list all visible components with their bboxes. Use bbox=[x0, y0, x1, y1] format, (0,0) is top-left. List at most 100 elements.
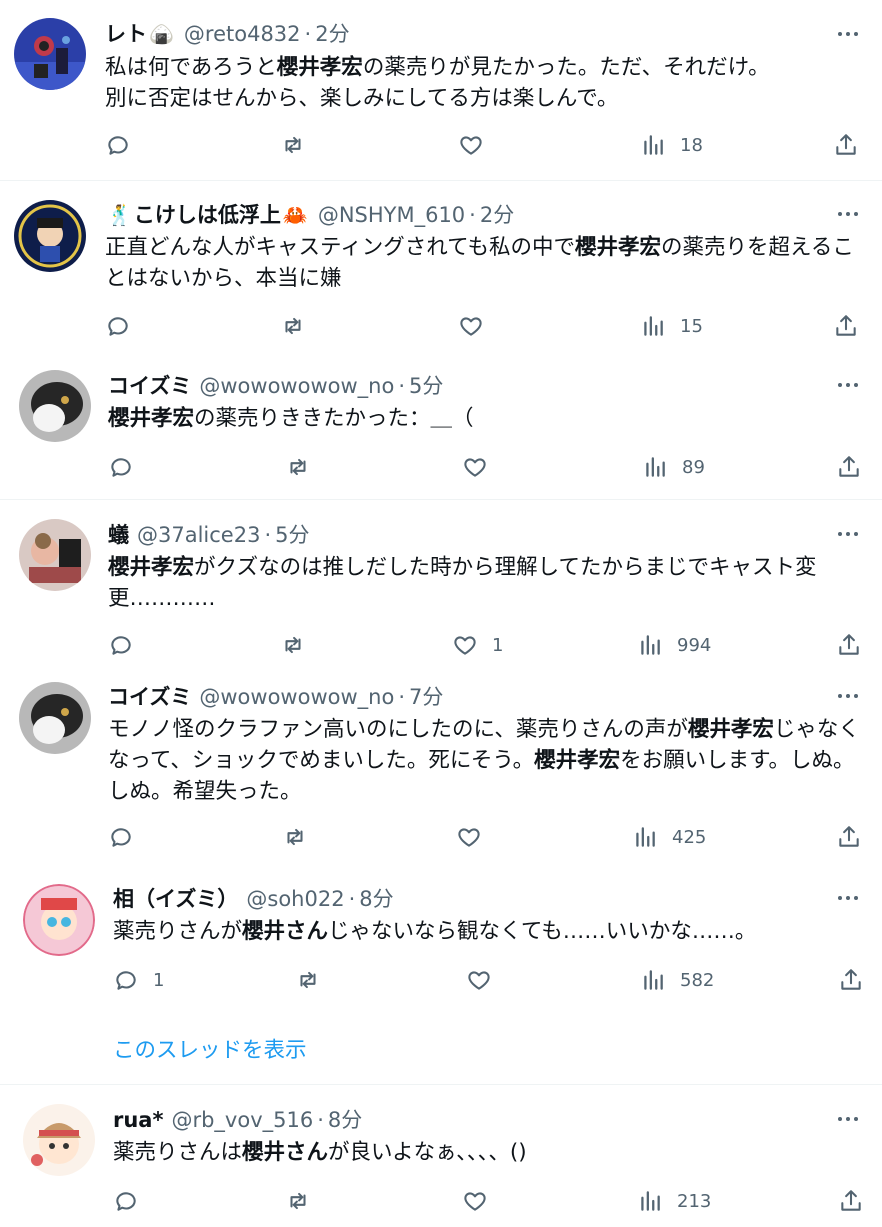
reply-button[interactable] bbox=[105, 311, 145, 341]
share-button[interactable] bbox=[836, 822, 862, 852]
retweet-button[interactable] bbox=[285, 452, 325, 482]
share-button[interactable] bbox=[838, 965, 864, 995]
like-button[interactable] bbox=[458, 311, 498, 341]
views-button[interactable]: 994 bbox=[637, 630, 711, 660]
heart-icon bbox=[462, 1188, 488, 1214]
text-run: がクズなのは推しだした時から理解してたからまじでキャスト変更………… bbox=[108, 555, 817, 611]
reply-button[interactable] bbox=[108, 822, 148, 852]
views-button[interactable]: 213 bbox=[637, 1186, 711, 1216]
avatar[interactable] bbox=[23, 1104, 95, 1176]
avatar[interactable] bbox=[14, 18, 86, 90]
heart-icon bbox=[466, 967, 492, 993]
reply-button[interactable] bbox=[105, 130, 145, 160]
heart-icon bbox=[456, 824, 482, 850]
more-icon[interactable] bbox=[834, 22, 862, 46]
retweet-button[interactable] bbox=[280, 311, 320, 341]
retweet-icon bbox=[295, 967, 321, 993]
tweet-actions: 18 bbox=[0, 130, 882, 160]
avatar[interactable] bbox=[19, 682, 91, 754]
share-button[interactable] bbox=[833, 130, 859, 160]
avatar[interactable] bbox=[14, 200, 86, 272]
user-handle[interactable]: @rb_vov_516 bbox=[171, 1107, 313, 1133]
display-name[interactable]: 🕺 こけしは低浮上 🦀 bbox=[105, 202, 310, 228]
like-button[interactable] bbox=[466, 965, 506, 995]
more-icon[interactable] bbox=[834, 202, 862, 226]
like-button[interactable] bbox=[462, 452, 502, 482]
display-name[interactable]: 相（イズミ） bbox=[113, 886, 238, 912]
more-icon[interactable] bbox=[834, 373, 862, 397]
show-thread-link[interactable]: このスレッドを表示 bbox=[113, 1033, 307, 1064]
user-handle[interactable]: @37alice23 bbox=[137, 522, 260, 548]
divider bbox=[0, 1084, 882, 1085]
timestamp[interactable]: 8分 bbox=[359, 886, 393, 912]
retweet-icon bbox=[280, 132, 306, 158]
display-name[interactable]: レト 🍙 bbox=[105, 21, 176, 47]
text-run: 薬売りさんが bbox=[113, 919, 243, 944]
retweet-button[interactable] bbox=[280, 130, 320, 160]
timestamp[interactable]: 2分 bbox=[315, 21, 349, 47]
share-button[interactable] bbox=[836, 452, 862, 482]
heart-icon bbox=[458, 313, 484, 339]
share-button[interactable] bbox=[833, 311, 859, 341]
display-name[interactable]: コイズミ bbox=[108, 684, 191, 710]
like-button[interactable] bbox=[456, 822, 496, 852]
timestamp[interactable]: 5分 bbox=[409, 373, 443, 399]
share-icon bbox=[833, 132, 859, 158]
views-button[interactable]: 15 bbox=[640, 311, 703, 341]
avatar[interactable] bbox=[19, 519, 91, 591]
retweet-icon bbox=[285, 454, 311, 480]
retweet-button[interactable] bbox=[285, 1186, 325, 1216]
views-button[interactable]: 582 bbox=[640, 965, 714, 995]
highlighted-term: 櫻井さん bbox=[242, 1140, 329, 1165]
user-handle[interactable]: @wowowowow_no bbox=[199, 684, 394, 710]
reply-button[interactable]: 1 bbox=[113, 965, 164, 995]
views-button[interactable]: 18 bbox=[640, 130, 703, 160]
highlighted-term: 櫻井孝宏 bbox=[276, 55, 363, 80]
reply-icon bbox=[108, 632, 134, 658]
user-handle[interactable]: @reto4832 bbox=[184, 21, 301, 47]
views-icon bbox=[640, 313, 666, 339]
avatar[interactable] bbox=[23, 884, 95, 956]
display-name[interactable]: 蟻 bbox=[108, 522, 129, 548]
views-button[interactable]: 425 bbox=[632, 822, 706, 852]
timestamp[interactable]: 2分 bbox=[480, 202, 514, 228]
reply-button[interactable] bbox=[113, 1186, 153, 1216]
timestamp[interactable]: 8分 bbox=[328, 1107, 362, 1133]
more-icon[interactable] bbox=[834, 684, 862, 708]
views-button[interactable]: 89 bbox=[642, 452, 705, 482]
separator: · bbox=[317, 1108, 324, 1132]
retweet-button[interactable] bbox=[280, 630, 320, 660]
share-icon bbox=[838, 967, 864, 993]
reply-button[interactable] bbox=[108, 452, 148, 482]
separator: · bbox=[469, 203, 476, 227]
display-name[interactable]: コイズミ bbox=[108, 373, 191, 399]
display-name[interactable]: rua* bbox=[113, 1107, 163, 1133]
avatar[interactable] bbox=[19, 370, 91, 442]
text-run: が良いよなぁ、、、、() bbox=[328, 1140, 527, 1165]
separator: · bbox=[304, 22, 312, 46]
like-button[interactable]: 1 bbox=[452, 630, 503, 660]
like-button[interactable] bbox=[458, 130, 498, 160]
reply-button[interactable] bbox=[108, 630, 148, 660]
more-icon[interactable] bbox=[834, 886, 862, 910]
user-handle[interactable]: @NSHYM_610 bbox=[318, 202, 465, 228]
retweet-button[interactable] bbox=[282, 822, 322, 852]
highlighted-term: 櫻井孝宏 bbox=[687, 717, 774, 742]
user-handle[interactable]: @wowowowow_no bbox=[199, 373, 394, 399]
highlighted-term: 櫻井孝宏 bbox=[108, 555, 195, 580]
timestamp[interactable]: 5分 bbox=[275, 522, 309, 548]
user-handle[interactable]: @soh022 bbox=[246, 886, 344, 912]
reply-icon bbox=[113, 967, 139, 993]
share-button[interactable] bbox=[836, 630, 862, 660]
timestamp[interactable]: 7分 bbox=[409, 684, 443, 710]
reply-icon bbox=[113, 1188, 139, 1214]
like-button[interactable] bbox=[462, 1186, 502, 1216]
separator: · bbox=[398, 685, 405, 709]
more-icon[interactable] bbox=[834, 522, 862, 546]
views-count: 582 bbox=[680, 969, 715, 991]
more-icon[interactable] bbox=[834, 1107, 862, 1131]
highlighted-term: 櫻井孝宏 bbox=[534, 748, 621, 773]
retweet-button[interactable] bbox=[295, 965, 335, 995]
share-icon bbox=[836, 454, 862, 480]
share-button[interactable] bbox=[838, 1186, 864, 1216]
